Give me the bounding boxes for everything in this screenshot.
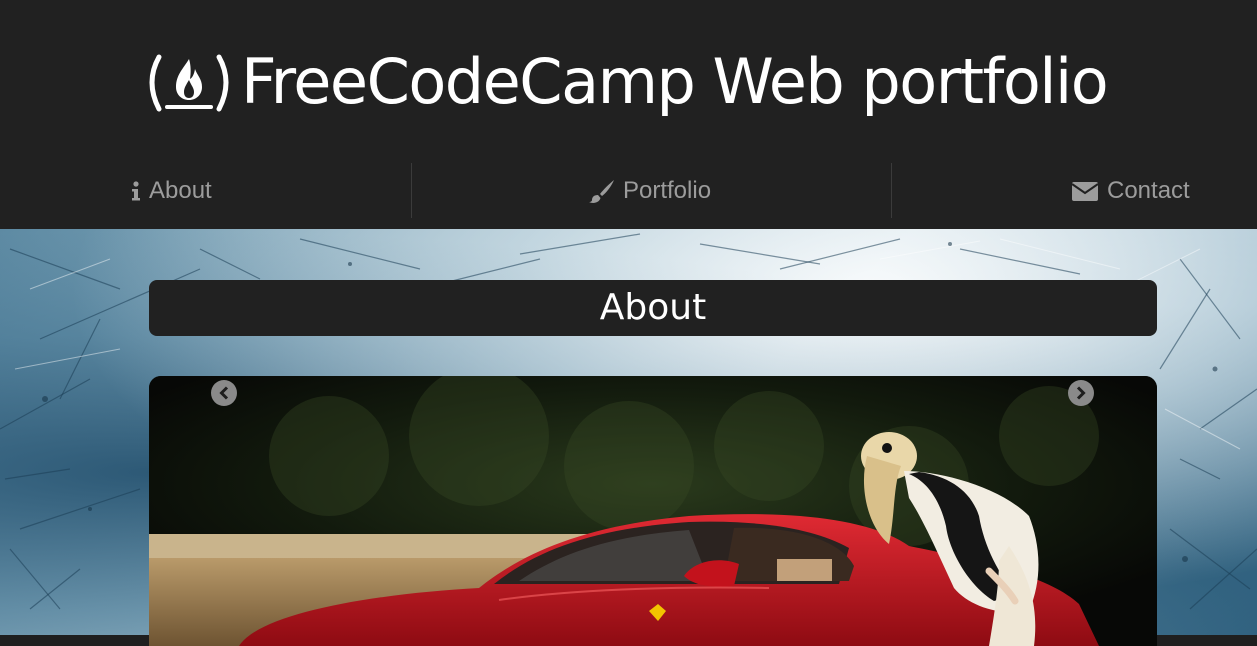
- paintbrush-icon: [589, 179, 615, 203]
- nav-portfolio[interactable]: Portfolio: [589, 163, 711, 218]
- info-icon: [131, 180, 141, 201]
- about-heading: About: [149, 280, 1157, 336]
- site-title: FreeCodeCamp Web portfolio: [241, 45, 1109, 118]
- brand[interactable]: FreeCodeCamp Web portfolio: [143, 42, 1109, 122]
- carousel-next-button[interactable]: [1068, 380, 1094, 406]
- carousel-prev-button[interactable]: [211, 380, 237, 406]
- site-header: FreeCodeCamp Web portfolio About Portfol…: [0, 0, 1257, 229]
- nav-contact[interactable]: Contact: [1071, 163, 1190, 218]
- chevron-right-circle-icon: [1076, 386, 1086, 400]
- red-ferrari-with-woman-photo: [149, 376, 1157, 646]
- nav-contact-label: Contact: [1107, 176, 1190, 204]
- nav-divider: [411, 163, 412, 218]
- nav-portfolio-label: Portfolio: [623, 176, 712, 204]
- main-nav: About Portfolio Contact: [0, 163, 1257, 218]
- nav-about[interactable]: About: [131, 163, 212, 218]
- envelope-icon: [1071, 180, 1099, 202]
- chevron-left-circle-icon: [219, 386, 229, 400]
- nav-divider: [891, 163, 892, 218]
- image-carousel[interactable]: [149, 376, 1157, 646]
- freecodecamp-fire-icon: [149, 54, 229, 112]
- nav-about-label: About: [149, 176, 212, 204]
